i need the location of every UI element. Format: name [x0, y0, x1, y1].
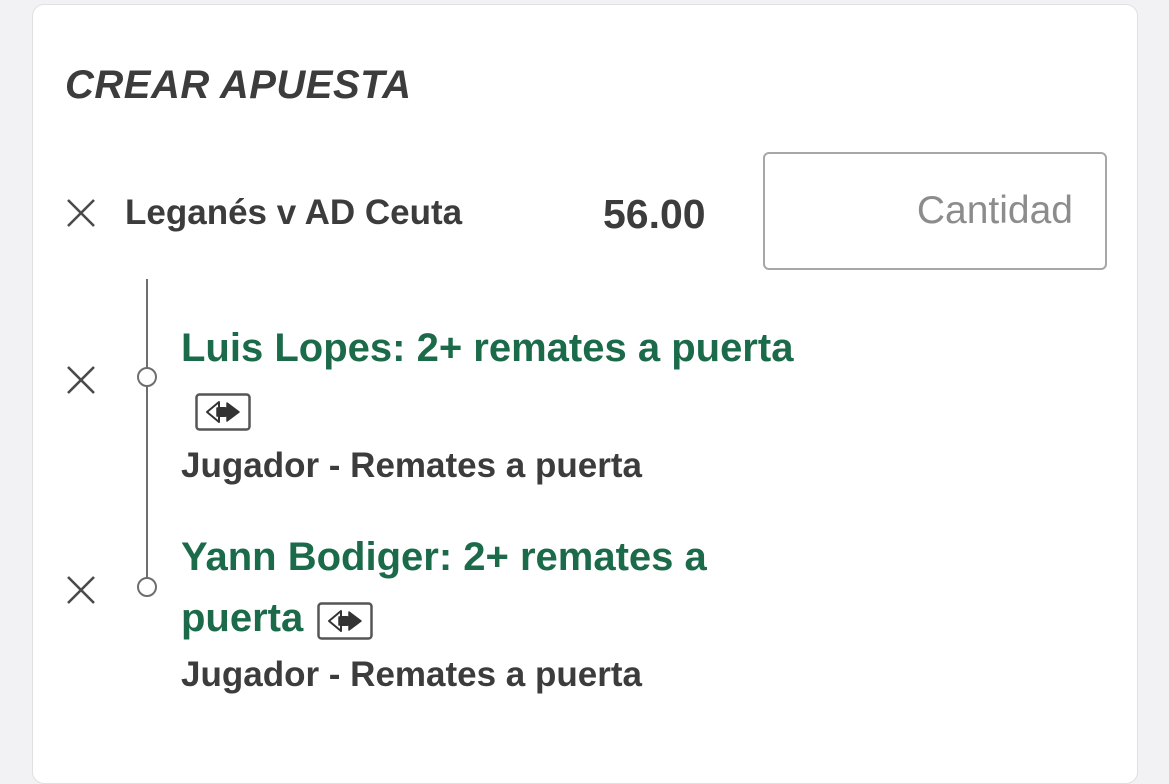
event-odds: 56.00: [603, 191, 706, 237]
selection-title: Yann Bodiger: 2+ remates a puerta: [181, 535, 707, 640]
swap-arrows-icon[interactable]: [195, 388, 251, 432]
selection-timeline-line: [146, 279, 148, 591]
remove-selection-1-close-icon[interactable]: [61, 360, 101, 400]
swap-arrows-icon[interactable]: [317, 597, 373, 641]
remove-selection-2-close-icon[interactable]: [61, 570, 101, 610]
timeline-node-1: [137, 367, 157, 387]
selection-item-2: Yann Bodiger: 2+ remates a puerta Jugado…: [181, 527, 801, 695]
timeline-node-2: [137, 577, 157, 597]
bet-builder-title: CREAR APUESTA: [65, 63, 412, 107]
selection-title: Luis Lopes: 2+ remates a puerta: [181, 326, 794, 370]
stake-amount-input[interactable]: [763, 152, 1107, 270]
selection-market: Jugador - Remates a puerta: [181, 446, 642, 485]
selection-market: Jugador - Remates a puerta: [181, 655, 642, 694]
selection-item-1: Luis Lopes: 2+ remates a puerta Jugador …: [181, 318, 801, 486]
remove-event-close-icon[interactable]: [61, 193, 101, 233]
event-name: Leganés v AD Ceuta: [125, 193, 463, 232]
bet-builder-card: CREAR APUESTA Leganés v AD Ceuta 56.00 L…: [32, 4, 1138, 784]
